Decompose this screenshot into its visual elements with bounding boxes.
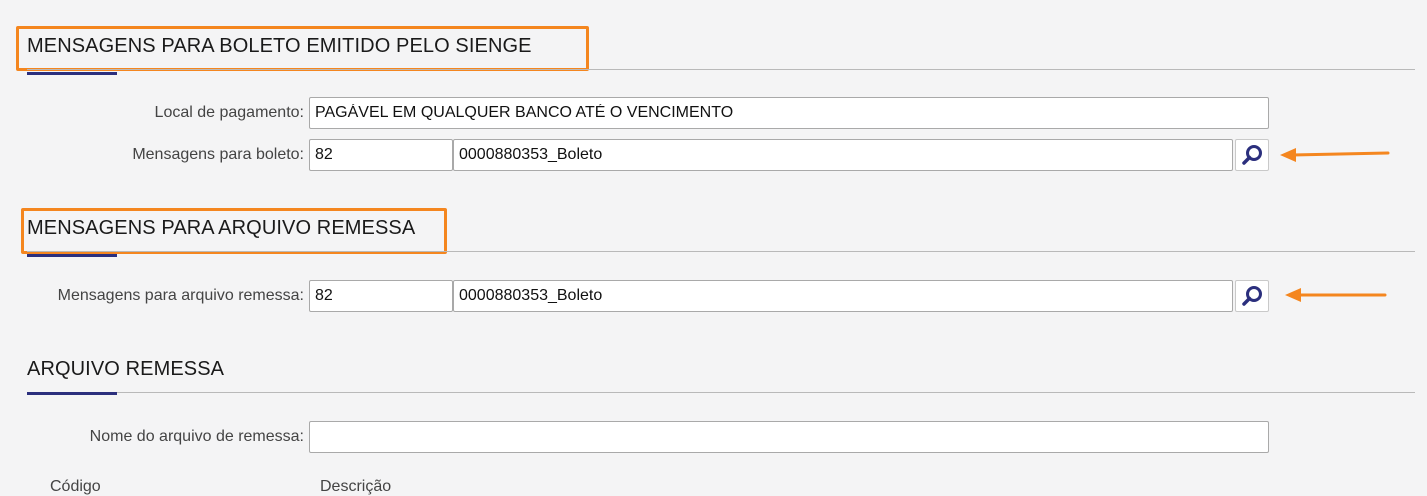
section-title-arquivo-remessa: ARQUIVO REMESSA <box>27 358 225 380</box>
mensagens-boleto-description-input[interactable] <box>453 139 1233 171</box>
search-icon <box>1242 286 1262 306</box>
arrow-left-icon <box>1280 148 1390 162</box>
mensagens-boleto-code-input[interactable] <box>309 139 453 171</box>
table-header-codigo: Código <box>50 478 101 495</box>
nome-arquivo-label: Nome do arquivo de remessa: <box>89 428 304 445</box>
search-icon <box>1242 145 1262 165</box>
section-divider-accent <box>27 392 117 395</box>
table-header-descricao: Descrição <box>320 478 392 495</box>
arrow-left-icon <box>1285 288 1387 302</box>
mensagens-remessa-label: Mensagens para arquivo remessa: <box>57 287 304 304</box>
mensagens-remessa-code-input[interactable] <box>309 280 453 312</box>
mensagens-remessa-lookup-button[interactable] <box>1235 280 1269 312</box>
section-divider <box>27 392 1415 393</box>
section-divider-accent <box>27 254 117 257</box>
section-divider <box>27 69 1415 70</box>
nome-arquivo-input[interactable] <box>309 421 1269 453</box>
mensagens-boleto-label: Mensagens para boleto: <box>132 146 304 163</box>
section-divider-accent <box>27 72 117 75</box>
section-title-boleto: MENSAGENS PARA BOLETO EMITIDO PELO SIENG… <box>27 35 532 57</box>
local-pagamento-label: Local de pagamento: <box>154 104 304 121</box>
section-title-remessa-mensagens: MENSAGENS PARA ARQUIVO REMESSA <box>27 217 416 239</box>
local-pagamento-input[interactable] <box>309 97 1269 129</box>
mensagens-remessa-description-input[interactable] <box>453 280 1233 312</box>
section-divider <box>27 251 1415 252</box>
mensagens-boleto-lookup-button[interactable] <box>1235 139 1269 171</box>
